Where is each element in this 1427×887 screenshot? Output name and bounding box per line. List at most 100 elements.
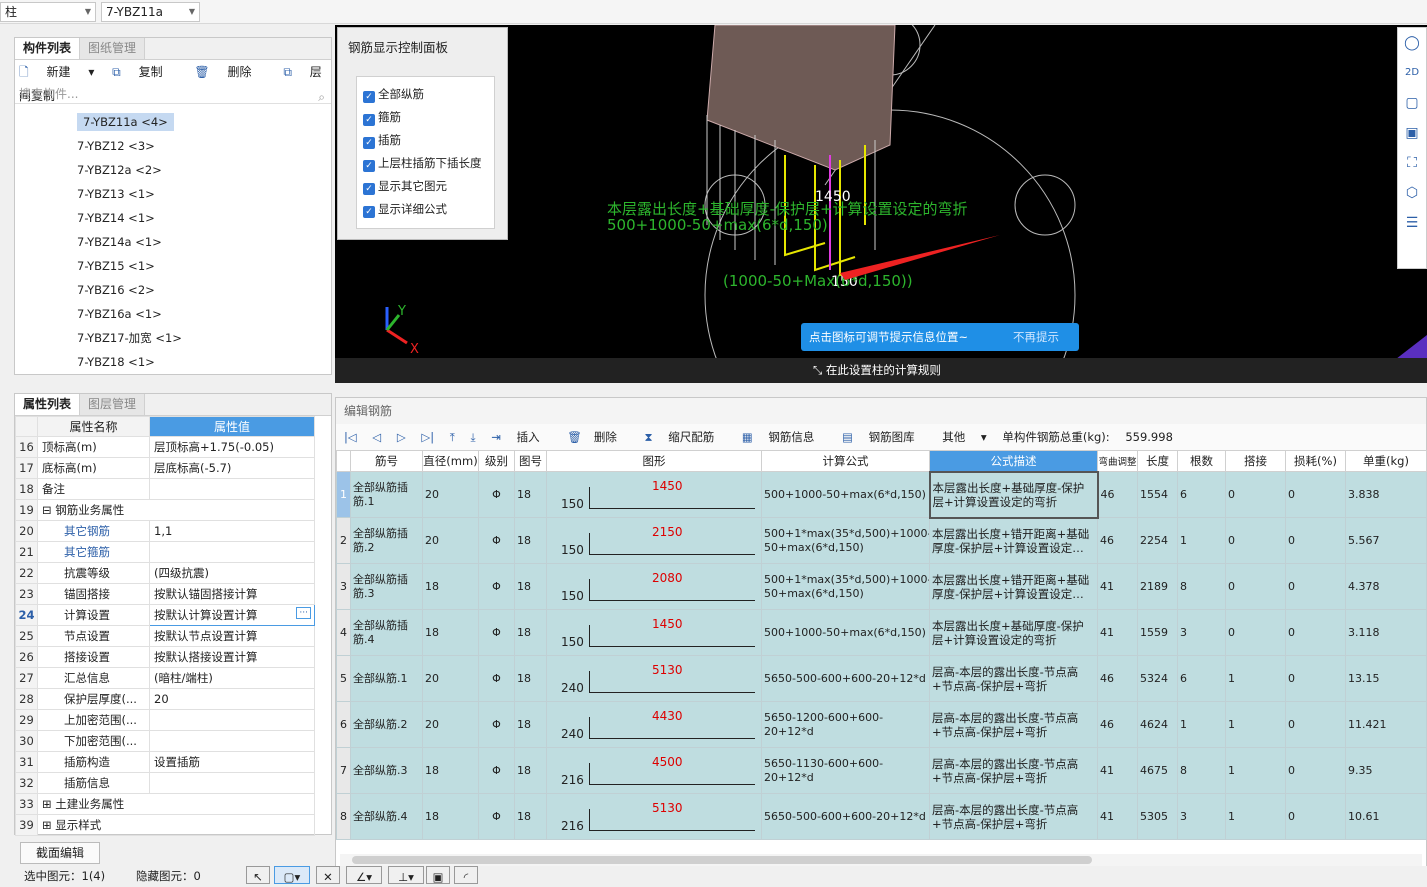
unit-weight-cell[interactable]: 3.118 [1345,609,1427,656]
diameter-cell[interactable]: 20 [422,471,479,518]
table-row[interactable]: 3 全部纵筋插筋.3 18 Φ 18 150 2080 500+1*max(35*d,500)… [336,563,1427,610]
shape-cell[interactable]: 150 1450 [546,609,762,656]
property-row[interactable]: 24 计算设置 按默认计算设置计算 ··· [15,604,315,626]
figure-no-cell[interactable]: 18 [514,609,547,656]
lap-cell[interactable]: 1 [1225,655,1286,702]
tab-component-list[interactable]: 构件列表 [15,38,81,59]
table-row[interactable]: 8 全部纵筋.4 18 Φ 18 216 5130 5650-500-600+600-20+1… [336,793,1427,840]
arc-tool-icon[interactable]: ◜ [454,866,478,884]
row-index[interactable]: 3 [336,563,351,610]
checkbox-checked-icon[interactable]: ✓ [363,91,375,103]
loss-cell[interactable]: 0 [1285,563,1346,610]
last-record-icon[interactable]: ▷| [421,430,434,444]
bend-adjust-cell[interactable]: 41 [1097,563,1138,610]
option-all-longitudinal[interactable]: ✓ 全部纵筋 [357,83,494,106]
length-cell[interactable]: 2189 [1137,563,1178,610]
search-input[interactable]: 搜索构件... [15,84,331,104]
figure-no-cell[interactable]: 18 [514,517,547,564]
unit-weight-cell[interactable]: 9.35 [1345,747,1427,794]
diameter-cell[interactable]: 20 [422,701,479,748]
bend-adjust-cell[interactable]: 41 [1097,747,1138,794]
tree-item[interactable]: 7-YBZ14a <1> [15,230,331,254]
tree-item[interactable]: 7-YBZ18 <1> [15,350,331,374]
grade-cell[interactable]: Φ [478,471,515,518]
length-cell[interactable]: 2254 [1137,517,1178,564]
option-dowel[interactable]: ✓ 插筋 [357,129,494,152]
move-up-icon[interactable]: ⤒ [450,430,455,444]
row-index[interactable]: 6 [336,701,351,748]
figure-no-cell[interactable]: 18 [514,793,547,840]
layer-view-icon[interactable]: ⬡ [1398,178,1426,208]
lap-cell[interactable]: 0 [1225,517,1286,564]
other-menu-button[interactable]: 其他 ▾ [942,430,986,444]
property-row[interactable]: 32 插筋信息 [15,772,315,794]
delete-button[interactable]: 🗑 删除 [194,65,265,79]
property-group-row[interactable]: 19 ⊟ 钢筋业务属性 [15,499,315,521]
move-down-icon[interactable]: ⤓ [471,430,476,444]
formula-desc-cell[interactable]: 层高-本层的露出长度-节点高+节点高-保护层+弯折 [929,747,1098,794]
element-type-select[interactable]: 柱 ▼ [0,2,96,22]
rebar-info-button[interactable]: ▦ 钢筋信息 [742,430,827,444]
lap-cell[interactable]: 0 [1225,609,1286,656]
checkbox-checked-icon[interactable]: ✓ [363,160,375,172]
table-row[interactable]: 5 全部纵筋.1 20 Φ 18 240 5130 5650-500-600+600-20+1… [336,655,1427,702]
tree-item[interactable]: 7-YBZ17-加宽 <1> [15,326,331,350]
report-icon[interactable]: ☰ [1398,208,1426,238]
diameter-cell[interactable]: 18 [422,747,479,794]
lap-cell[interactable]: 0 [1225,563,1286,610]
checkbox-checked-icon[interactable]: ✓ [363,183,375,195]
grade-cell[interactable]: Φ [478,563,515,610]
cross-select-icon[interactable]: ✕ [316,866,340,884]
tree-item[interactable]: 7-YBZ14 <1> [15,206,331,230]
bend-adjust-cell[interactable]: 46 [1097,655,1138,702]
section-edit-button[interactable]: 截面编辑 [20,842,100,864]
angle-tool-icon[interactable]: ∠▾ [346,866,382,884]
box-select-icon[interactable]: ▢▾ [274,866,310,884]
property-value[interactable] [149,730,315,752]
length-cell[interactable]: 1559 [1137,609,1178,656]
figure-no-cell[interactable]: 18 [514,701,547,748]
scrollbar-thumb[interactable] [352,856,1092,864]
formula-cell[interactable]: 500+1000-50+max(6*d,150) [761,471,930,518]
property-value[interactable]: 20 [149,688,315,710]
expand-icon[interactable]: ⊞ [42,797,52,811]
count-cell[interactable]: 6 [1177,655,1226,702]
figure-no-cell[interactable]: 18 [514,655,547,702]
property-value[interactable]: 层顶标高+1.75(-0.05) [149,436,315,458]
formula-desc-cell[interactable]: 本层露出长度+基础厚度-保护层+计算设置设定的弯折 [928,470,1099,519]
property-value[interactable]: 设置插筋 [149,751,315,773]
row-index[interactable]: 2 [336,517,351,564]
property-row[interactable]: 31 插筋构造 设置插筋 [15,751,315,773]
lap-cell[interactable]: 0 [1225,471,1286,518]
scale-rebar-button[interactable]: ⧗ 缩尺配筋 [645,430,727,444]
tree-item[interactable]: 7-YBZ12 <3> [15,134,331,158]
loss-cell[interactable]: 0 [1285,793,1346,840]
horizontal-scrollbar[interactable] [340,854,1422,866]
property-row[interactable]: 27 汇总信息 (暗柱/端柱) [15,667,315,689]
collapse-icon[interactable]: ⊟ [42,503,52,517]
rebar-library-button[interactable]: ▤ 钢筋图库 [842,430,927,444]
fullscreen-icon[interactable]: ⛶ [1398,148,1426,178]
grade-cell[interactable]: Φ [478,655,515,702]
bar-no-cell[interactable]: 全部纵筋插筋.3 [350,563,423,610]
property-row[interactable]: 22 抗震等级 (四级抗震) [15,562,315,584]
formula-desc-cell[interactable]: 本层露出长度+错开距离+基础厚度-保护层+计算设置设定… [929,517,1098,564]
property-group-row[interactable]: 33 ⊞ 土建业务属性 [15,793,315,815]
shape-cell[interactable]: 240 5130 [546,655,762,702]
formula-desc-cell[interactable]: 层高-本层的露出长度-节点高+节点高-保护层+弯折 [929,701,1098,748]
snap-tool-icon[interactable]: ▣ [426,866,450,884]
diameter-cell[interactable]: 20 [422,655,479,702]
loss-cell[interactable]: 0 [1285,747,1346,794]
checkbox-checked-icon[interactable]: ✓ [363,114,375,126]
figure-no-cell[interactable]: 18 [514,747,547,794]
grade-cell[interactable]: Φ [478,793,515,840]
tab-drawing-manage[interactable]: 图纸管理 [80,38,146,59]
table-row[interactable]: 2 全部纵筋插筋.2 20 Φ 18 150 2150 500+1*max(35*d,500)… [336,517,1427,564]
table-row[interactable]: 7 全部纵筋.3 18 Φ 18 216 4500 5650-1130-600+600-20+… [336,747,1427,794]
property-value[interactable]: 按默认锚固搭接计算 [149,583,315,605]
expand-icon[interactable]: ⊞ [42,818,52,832]
loss-cell[interactable]: 0 [1285,517,1346,564]
formula-cell[interactable]: 5650-1130-600+600-20+12*d [761,747,930,794]
formula-desc-cell[interactable]: 层高-本层的露出长度-节点高+节点高-保护层+弯折 [929,793,1098,840]
length-cell[interactable]: 4675 [1137,747,1178,794]
